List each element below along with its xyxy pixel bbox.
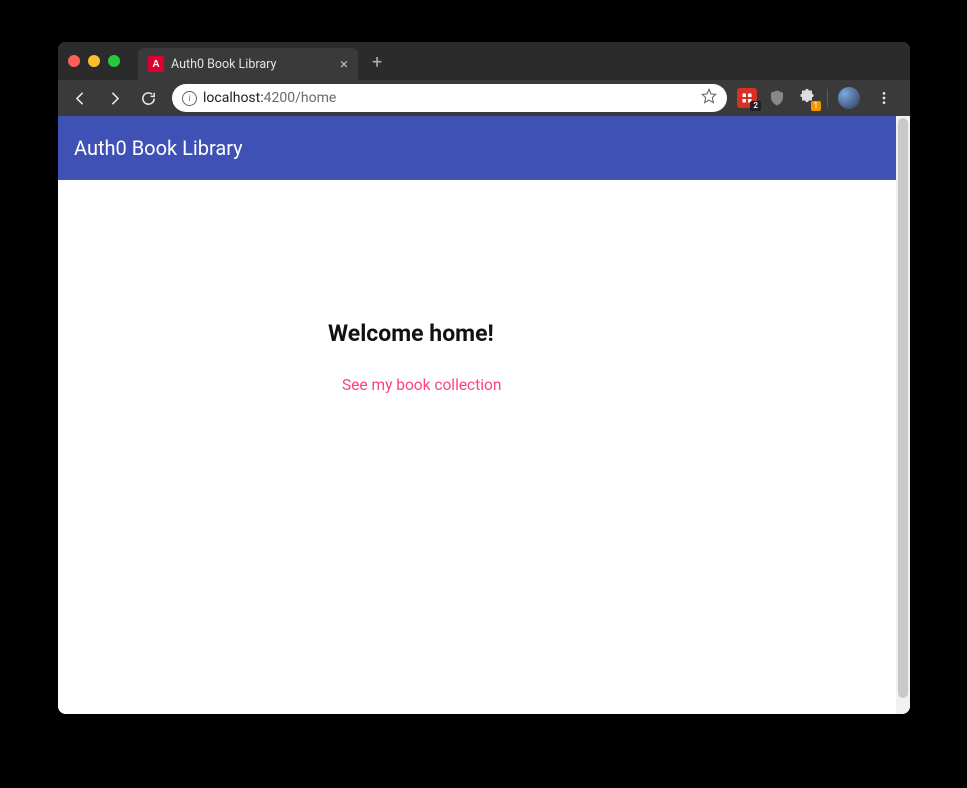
address-bar[interactable]: i localhost:4200/home xyxy=(172,84,727,112)
forward-button[interactable] xyxy=(100,84,128,112)
reload-button[interactable] xyxy=(134,84,162,112)
extensions-area: 2 1 xyxy=(737,84,902,112)
window-maximize-button[interactable] xyxy=(108,55,120,67)
tab-title: Auth0 Book Library xyxy=(171,57,333,72)
page-content: Welcome home! See my book collection xyxy=(58,180,910,394)
arrow-left-icon xyxy=(72,90,89,107)
back-button[interactable] xyxy=(66,84,94,112)
profile-avatar[interactable] xyxy=(838,87,860,109)
browser-tab[interactable]: A Auth0 Book Library × xyxy=(138,48,358,80)
new-tab-button[interactable]: + xyxy=(372,52,382,73)
scrollbar-thumb[interactable] xyxy=(898,118,908,698)
angular-favicon-icon: A xyxy=(148,56,164,72)
app-header: Auth0 Book Library xyxy=(58,116,910,180)
arrow-right-icon xyxy=(106,90,123,107)
window-minimize-button[interactable] xyxy=(88,55,100,67)
extension-3-badge: 1 xyxy=(811,101,822,111)
extension-3[interactable]: 1 xyxy=(797,88,817,108)
nav-bar: i localhost:4200/home 2 1 xyxy=(58,80,910,116)
page-viewport: Auth0 Book Library Welcome home! See my … xyxy=(58,116,910,714)
reload-icon xyxy=(140,90,157,107)
tab-bar: A Auth0 Book Library × + xyxy=(58,42,910,80)
browser-menu-button[interactable] xyxy=(870,84,898,112)
kebab-icon xyxy=(876,90,892,106)
star-icon xyxy=(701,88,717,104)
browser-window: A Auth0 Book Library × + i localhost:420… xyxy=(58,42,910,714)
vertical-scrollbar[interactable] xyxy=(896,116,910,714)
site-info-icon[interactable]: i xyxy=(182,91,197,106)
toolbar-divider xyxy=(827,89,828,107)
traffic-lights xyxy=(68,55,120,67)
bookmark-button[interactable] xyxy=(701,88,717,108)
extension-2[interactable] xyxy=(767,88,787,108)
welcome-heading: Welcome home! xyxy=(328,320,910,347)
url-text: localhost:4200/home xyxy=(203,90,695,106)
extension-1[interactable]: 2 xyxy=(737,88,757,108)
shield-icon xyxy=(768,89,786,107)
see-collection-link[interactable]: See my book collection xyxy=(342,376,501,394)
app-title: Auth0 Book Library xyxy=(74,136,243,160)
tab-close-icon[interactable]: × xyxy=(340,57,348,72)
window-close-button[interactable] xyxy=(68,55,80,67)
extension-1-badge: 2 xyxy=(750,101,761,111)
